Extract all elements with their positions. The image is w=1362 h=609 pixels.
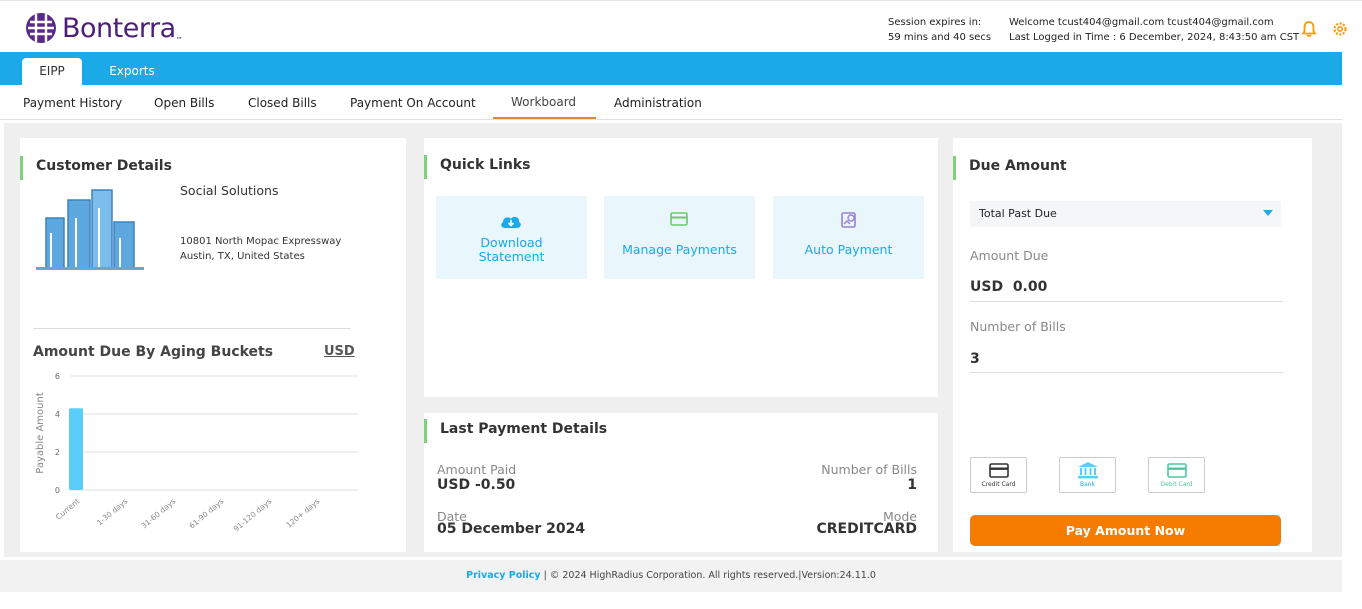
field-underline bbox=[970, 301, 1283, 302]
due-bills-label: Number of Bills bbox=[970, 319, 1066, 334]
buildings-icon bbox=[36, 189, 144, 270]
nav-administration[interactable]: Administration bbox=[614, 96, 702, 110]
debit-card-label: Debit Card bbox=[1160, 481, 1193, 488]
cloud-download-icon bbox=[501, 216, 521, 228]
card-icon bbox=[670, 212, 688, 226]
module-tabbar: EIPP Exports bbox=[0, 52, 1342, 85]
manage-payments-label: Manage Payments bbox=[622, 242, 737, 257]
last-payment-title: Last Payment Details bbox=[440, 421, 608, 437]
y-tick-label: 0 bbox=[55, 486, 60, 495]
card-accent-bar bbox=[424, 155, 427, 179]
session-label: Session expires in: bbox=[888, 17, 982, 28]
bell-icon[interactable] bbox=[1300, 20, 1318, 38]
download-statement-label: Download Statement bbox=[478, 235, 545, 264]
y-tick-label: 6 bbox=[55, 372, 60, 381]
aging-bar-chart: 0 2 4 6 Payable Amount Current 1-30 days 31-60 … bbox=[35, 372, 358, 534]
auto-payment-label: Auto Payment bbox=[804, 242, 893, 257]
debit-card-option[interactable]: Debit Card bbox=[1148, 457, 1205, 493]
customer-name: Social Solutions bbox=[180, 183, 279, 198]
x-tick-label: 31-60 days bbox=[139, 497, 177, 531]
y-tick-label: 4 bbox=[55, 410, 60, 419]
tab-eipp[interactable]: EIPP bbox=[22, 58, 82, 85]
card-accent-bar bbox=[424, 419, 427, 443]
amount-paid-label: Amount Paid bbox=[437, 462, 517, 477]
welcome-text: Welcome tcust404@gmail.com tcust404@gmai… bbox=[1009, 17, 1274, 28]
page-gutter bbox=[1342, 52, 1362, 592]
bar-0 bbox=[69, 408, 83, 490]
y-axis-label: Payable Amount bbox=[35, 392, 46, 474]
auto-payment-icon bbox=[841, 212, 856, 228]
gear-icon[interactable] bbox=[1331, 20, 1349, 38]
due-type-select[interactable]: Total Past Due bbox=[970, 201, 1281, 227]
brand-logo[interactable]: Bonterra™ bbox=[24, 11, 183, 45]
last-login-text: Last Logged in Time : 6 December, 2024, … bbox=[1009, 32, 1300, 43]
aging-title: Amount Due By Aging Buckets bbox=[33, 344, 274, 360]
x-tick-label: 120+ days bbox=[284, 497, 321, 530]
chevron-down-icon bbox=[1263, 210, 1273, 216]
y-tick-label: 2 bbox=[55, 448, 60, 457]
download-statement-link[interactable]: Download Statement bbox=[436, 196, 587, 279]
customer-address-line1: 10801 North Mopac Expressway bbox=[180, 236, 342, 247]
payment-mode-value: CREDITCARD bbox=[816, 521, 917, 537]
card-accent-bar bbox=[953, 156, 956, 180]
section-divider bbox=[33, 328, 351, 329]
session-timer: Session expires in: 59 mins and 40 secs bbox=[888, 15, 991, 45]
amount-due-value: USD 0.00 bbox=[970, 279, 1048, 295]
due-type-value: Total Past Due bbox=[979, 207, 1057, 220]
field-underline bbox=[970, 372, 1283, 373]
amount-due-label: Amount Due bbox=[970, 248, 1049, 263]
pay-amount-now-button[interactable]: Pay Amount Now bbox=[970, 515, 1281, 546]
manage-payments-link[interactable]: Manage Payments bbox=[604, 196, 755, 279]
nav-payment-history[interactable]: Payment History bbox=[23, 96, 122, 110]
credit-card-label: Credit Card bbox=[981, 481, 1016, 488]
bank-label: Bank bbox=[1079, 481, 1096, 488]
tab-exports[interactable]: Exports bbox=[98, 58, 166, 85]
credit-card-icon bbox=[988, 463, 1009, 478]
payment-bills-label: Number of Bills bbox=[821, 462, 917, 477]
due-amount-title: Due Amount bbox=[969, 158, 1067, 174]
brand-name: Bonterra™ bbox=[62, 12, 183, 44]
privacy-policy-link[interactable]: Privacy Policy bbox=[466, 570, 540, 581]
card-accent-bar bbox=[20, 156, 23, 180]
top-header: Bonterra™ Session expires in: 59 mins an… bbox=[0, 0, 1362, 52]
quick-links-title: Quick Links bbox=[440, 157, 531, 173]
copyright-text: | © 2024 HighRadius Corporation. All rig… bbox=[540, 570, 876, 581]
bonterra-logo-icon bbox=[26, 13, 56, 43]
x-tick-label: 91-120 days bbox=[232, 497, 274, 534]
aging-currency[interactable]: USD bbox=[324, 344, 355, 359]
x-tick-label: Current bbox=[54, 497, 81, 522]
customer-address-line2: Austin, TX, United States bbox=[180, 251, 305, 262]
session-value: 59 mins and 40 secs bbox=[888, 32, 992, 43]
x-tick-label: 61-90 days bbox=[187, 497, 225, 531]
nav-closed-bills[interactable]: Closed Bills bbox=[248, 96, 317, 110]
credit-card-option[interactable]: Credit Card bbox=[970, 457, 1027, 493]
amount-paid-value: USD -0.50 bbox=[437, 477, 516, 493]
auto-payment-link[interactable]: Auto Payment bbox=[773, 196, 924, 279]
payment-date-value: 05 December 2024 bbox=[437, 521, 586, 537]
page-footer: Privacy Policy | © 2024 HighRadius Corpo… bbox=[0, 560, 1342, 592]
welcome-block: Welcome tcust404@gmail.com tcust404@gmai… bbox=[1009, 15, 1299, 45]
bank-icon bbox=[1077, 462, 1098, 479]
nav-open-bills[interactable]: Open Bills bbox=[154, 96, 214, 110]
sub-navigation: Payment History Open Bills Closed Bills … bbox=[0, 85, 1342, 120]
debit-card-icon bbox=[1166, 463, 1187, 478]
customer-details-title: Customer Details bbox=[36, 158, 172, 174]
x-tick-label: 1-30 days bbox=[95, 497, 129, 528]
nav-workboard[interactable]: Workboard bbox=[511, 95, 576, 109]
due-bills-value: 3 bbox=[970, 351, 980, 367]
nav-payment-on-account[interactable]: Payment On Account bbox=[350, 96, 476, 110]
bank-option[interactable]: Bank bbox=[1059, 457, 1116, 493]
payment-bills-value: 1 bbox=[907, 477, 917, 493]
active-nav-underline bbox=[493, 117, 596, 119]
